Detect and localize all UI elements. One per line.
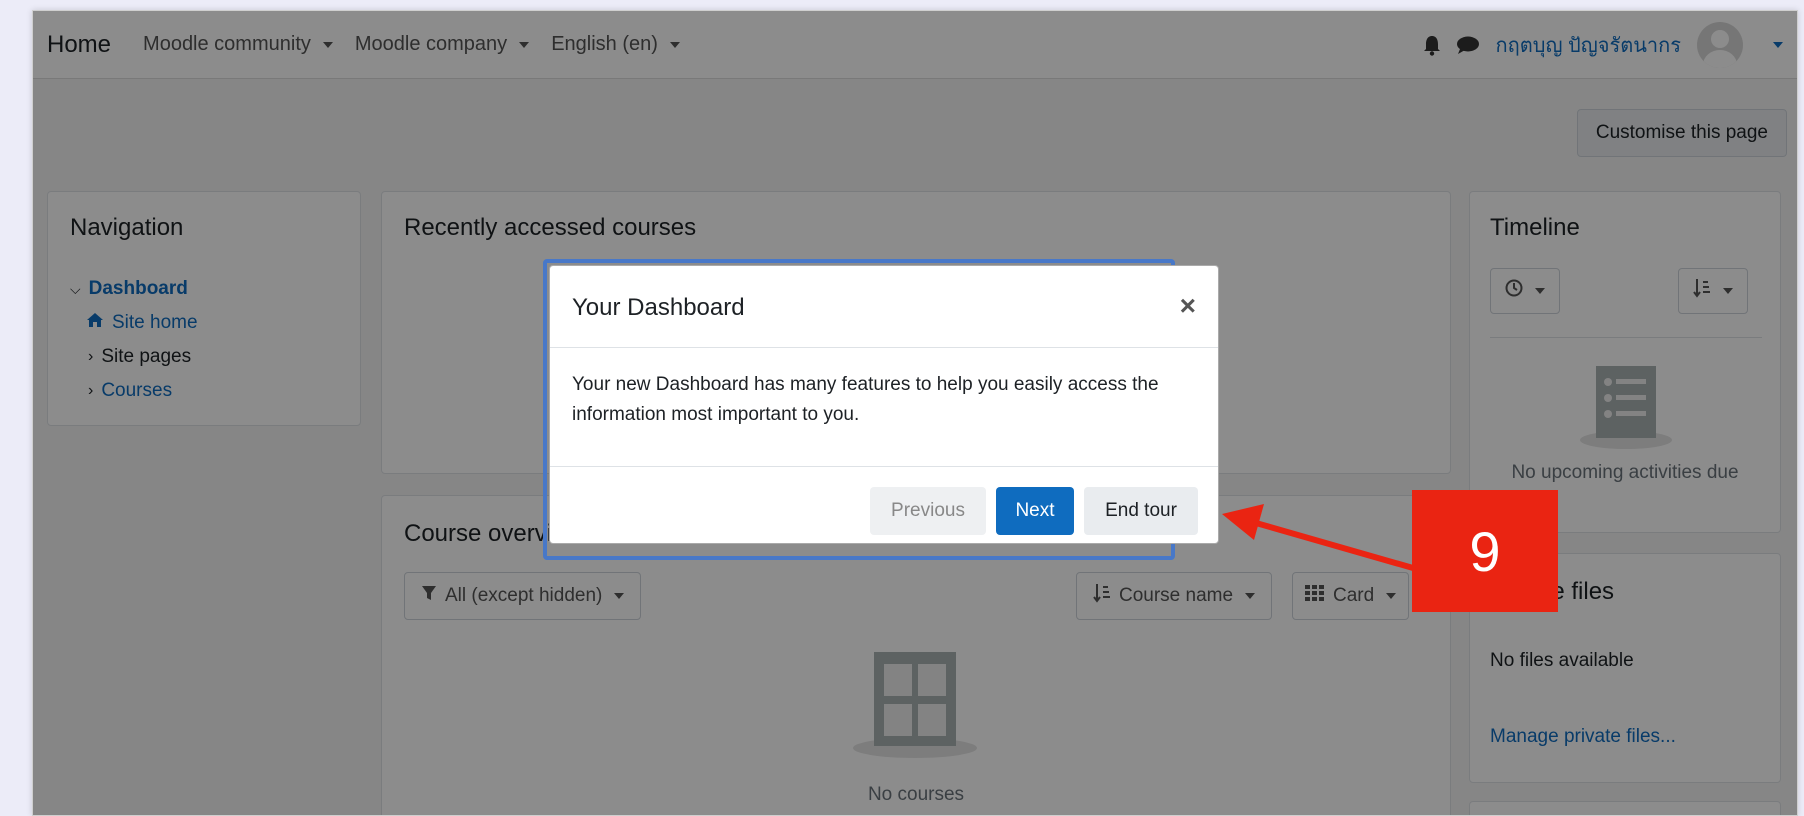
tour-title: Your Dashboard [572,294,745,321]
close-icon[interactable]: × [1180,290,1196,322]
next-button[interactable]: Next [996,487,1074,535]
end-tour-button[interactable]: End tour [1084,487,1198,535]
tour-footer: Previous Next End tour [550,466,1218,545]
step-number-badge: 9 [1412,490,1558,612]
tour-header: Your Dashboard × [550,266,1218,348]
annotation-arrow [1222,504,1421,573]
tour-body-text: Your new Dashboard has many features to … [572,374,1159,425]
previous-button[interactable]: Previous [870,487,986,535]
tour-dialog: Your Dashboard × Your new Dashboard has … [549,265,1219,544]
